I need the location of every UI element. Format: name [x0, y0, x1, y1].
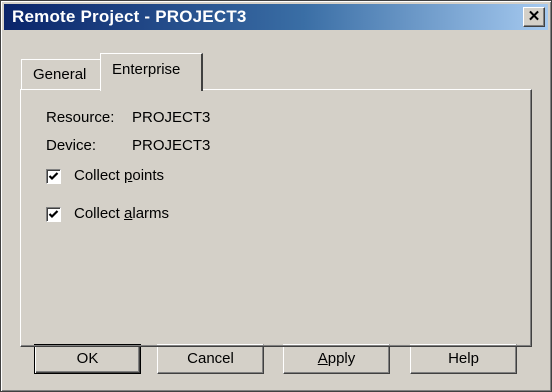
- close-button[interactable]: ✕: [523, 7, 545, 27]
- tab-enterprise[interactable]: Enterprise: [100, 53, 203, 91]
- help-button-label: Help: [448, 350, 479, 367]
- checkmark-icon: [48, 172, 59, 181]
- resource-label: Resource:: [46, 109, 115, 126]
- device-label: Device:: [46, 137, 97, 154]
- cancel-button-label: Cancel: [187, 350, 234, 367]
- collect-points-label: Collect points: [74, 167, 165, 184]
- cancel-button[interactable]: Cancel: [157, 344, 264, 374]
- close-icon: ✕: [527, 8, 541, 25]
- window-title: Remote Project - PROJECT3: [12, 7, 247, 26]
- checkmark-icon: [48, 210, 59, 219]
- apply-button-label: Apply: [317, 350, 356, 367]
- collect-points-box[interactable]: [46, 169, 61, 184]
- ok-button-label: OK: [76, 350, 99, 367]
- device-value: PROJECT3: [132, 137, 211, 154]
- title-bar[interactable]: Remote Project - PROJECT3 ✕: [4, 4, 548, 30]
- tab-enterprise-label: Enterprise: [112, 61, 181, 78]
- ok-button[interactable]: OK: [34, 344, 141, 374]
- collect-alarms-label: Collect alarms: [74, 205, 170, 222]
- apply-button[interactable]: Apply: [283, 344, 390, 374]
- remote-project-dialog: Remote Project - PROJECT3 ✕ General Ente…: [0, 0, 552, 392]
- tab-general-label: General: [33, 66, 87, 83]
- tab-general[interactable]: General: [21, 59, 101, 89]
- resource-value: PROJECT3: [132, 109, 211, 126]
- collect-alarms-box[interactable]: [46, 207, 61, 222]
- help-button[interactable]: Help: [410, 344, 517, 374]
